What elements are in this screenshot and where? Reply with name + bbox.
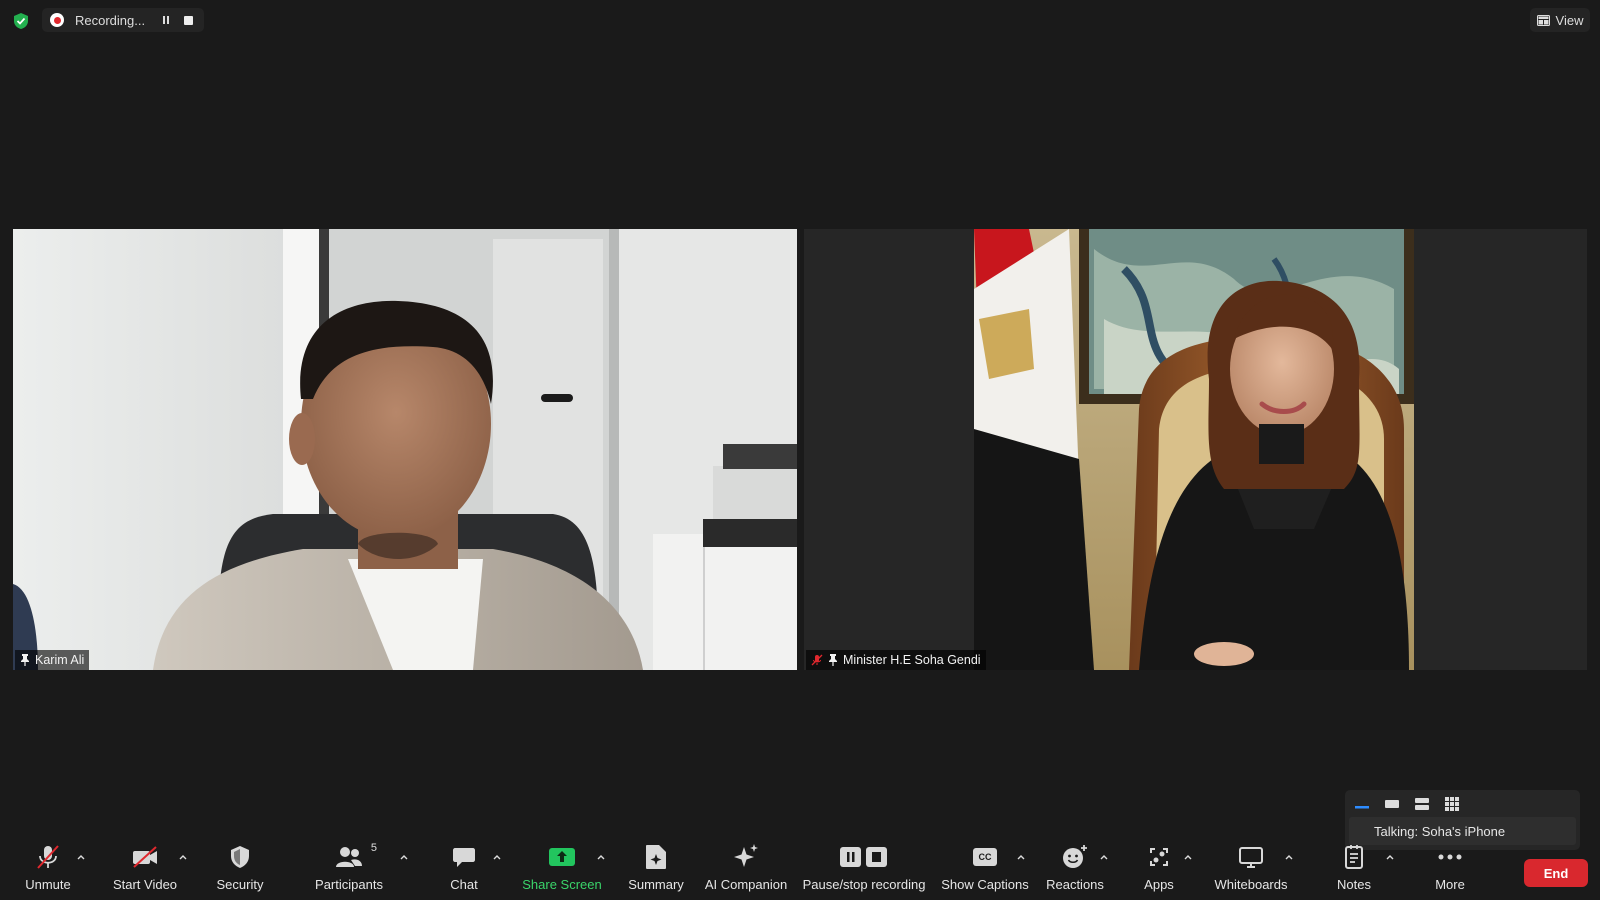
reactions-label: Reactions xyxy=(1046,877,1104,892)
view-label: View xyxy=(1555,12,1584,28)
video-options-caret[interactable] xyxy=(178,852,188,862)
sparkle-icon xyxy=(732,842,760,872)
participant-name-tag: Minister H.E Soha Gendi xyxy=(806,650,986,670)
cc-text: CC xyxy=(978,852,992,862)
participant-video-feed xyxy=(13,229,797,670)
view-button[interactable]: View xyxy=(1530,8,1590,32)
ai-companion-label: AI Companion xyxy=(704,877,788,892)
pause-icon xyxy=(163,16,169,24)
chat-options-caret[interactable] xyxy=(492,852,502,862)
security-label: Security xyxy=(216,877,264,892)
participant-video-feed xyxy=(804,229,1587,670)
recording-dot-icon xyxy=(50,13,64,27)
whiteboards-label: Whiteboards xyxy=(1214,877,1288,892)
chat-label: Chat xyxy=(450,877,478,892)
muted-mic-icon xyxy=(811,654,823,666)
whiteboards-options-caret[interactable] xyxy=(1284,852,1294,862)
shield-icon xyxy=(229,842,251,872)
apps-options-caret[interactable] xyxy=(1183,852,1193,862)
view-grid-icon xyxy=(1536,14,1550,26)
video-tile-soha-gendi[interactable]: Minister H.E Soha Gendi xyxy=(804,229,1587,670)
pause-recording-button[interactable] xyxy=(158,12,174,28)
smiley-icon xyxy=(1062,842,1088,872)
notes-options-caret[interactable] xyxy=(1385,852,1395,862)
participants-button[interactable]: 5 Participants xyxy=(314,842,384,892)
speaker-layout-icon[interactable] xyxy=(1381,794,1403,814)
whiteboard-icon xyxy=(1238,842,1264,872)
participant-name-tag: Karim Ali xyxy=(15,650,90,670)
unmute-label: Unmute xyxy=(25,877,71,892)
pin-icon xyxy=(829,654,837,666)
stop-recording-button[interactable] xyxy=(180,12,196,28)
participants-options-caret[interactable] xyxy=(399,852,409,862)
show-captions-button[interactable]: CC Show Captions xyxy=(941,842,1029,892)
muted-mic-icon xyxy=(35,842,61,872)
pause-stop-icon xyxy=(839,842,889,872)
pin-icon xyxy=(21,654,29,666)
audio-options-caret[interactable] xyxy=(76,852,86,862)
more-button[interactable]: More xyxy=(1430,842,1470,892)
participants-count: 5 xyxy=(370,842,377,854)
talking-indicator-popover: Talking: Soha's iPhone xyxy=(1345,790,1580,850)
reactions-button[interactable]: Reactions xyxy=(1046,842,1104,892)
participant-name: Karim Ali xyxy=(35,653,85,667)
apps-icon xyxy=(1147,842,1171,872)
more-label: More xyxy=(1435,877,1465,892)
notes-label: Notes xyxy=(1337,877,1371,892)
share-screen-button[interactable]: Share Screen xyxy=(522,842,602,892)
share-options-caret[interactable] xyxy=(596,852,606,862)
share-screen-label: Share Screen xyxy=(522,877,602,892)
more-dots-icon xyxy=(1437,842,1463,872)
start-video-button[interactable]: Start Video xyxy=(112,842,178,892)
whiteboards-button[interactable]: Whiteboards xyxy=(1213,842,1289,892)
captions-options-caret[interactable] xyxy=(1016,852,1026,862)
pause-stop-recording-button[interactable]: Pause/stop recording xyxy=(803,842,925,892)
grid-layout-icon[interactable] xyxy=(1441,794,1463,814)
recording-indicator: Recording... xyxy=(42,8,204,32)
video-off-icon xyxy=(131,842,159,872)
summary-document-icon xyxy=(645,842,667,872)
talking-label: Talking: Soha's iPhone xyxy=(1349,817,1576,845)
participant-name: Minister H.E Soha Gendi xyxy=(843,653,981,667)
start-video-label: Start Video xyxy=(112,877,178,892)
participants-label: Participants xyxy=(315,877,383,892)
chat-bubble-icon xyxy=(452,842,476,872)
stop-icon xyxy=(183,15,193,25)
chat-button[interactable]: Chat xyxy=(444,842,484,892)
show-captions-label: Show Captions xyxy=(941,877,1029,892)
recording-label: Recording... xyxy=(75,12,146,28)
end-meeting-button[interactable]: End xyxy=(1524,859,1588,887)
notes-button[interactable]: Notes xyxy=(1334,842,1374,892)
security-button[interactable]: Security xyxy=(216,842,264,892)
apps-label: Apps xyxy=(1144,877,1174,892)
summary-button[interactable]: Summary xyxy=(628,842,684,892)
reactions-options-caret[interactable] xyxy=(1099,852,1109,862)
unmute-button[interactable]: Unmute xyxy=(24,842,72,892)
stacked-layout-icon[interactable] xyxy=(1411,794,1433,814)
summary-label: Summary xyxy=(628,877,684,892)
minimize-layout-icon[interactable] xyxy=(1351,794,1373,814)
share-screen-icon xyxy=(549,842,575,872)
notes-icon xyxy=(1344,842,1364,872)
apps-button[interactable]: Apps xyxy=(1142,842,1176,892)
meeting-toolbar: Unmute Start Video Security 5 Participan… xyxy=(0,842,1600,900)
closed-captions-icon: CC xyxy=(972,842,998,872)
participants-icon: 5 xyxy=(335,842,377,872)
pause-stop-recording-label: Pause/stop recording xyxy=(802,877,926,892)
encryption-shield-icon[interactable] xyxy=(12,12,30,30)
ai-companion-button[interactable]: AI Companion xyxy=(705,842,787,892)
video-tile-karim-ali[interactable]: Karim Ali xyxy=(13,229,797,670)
